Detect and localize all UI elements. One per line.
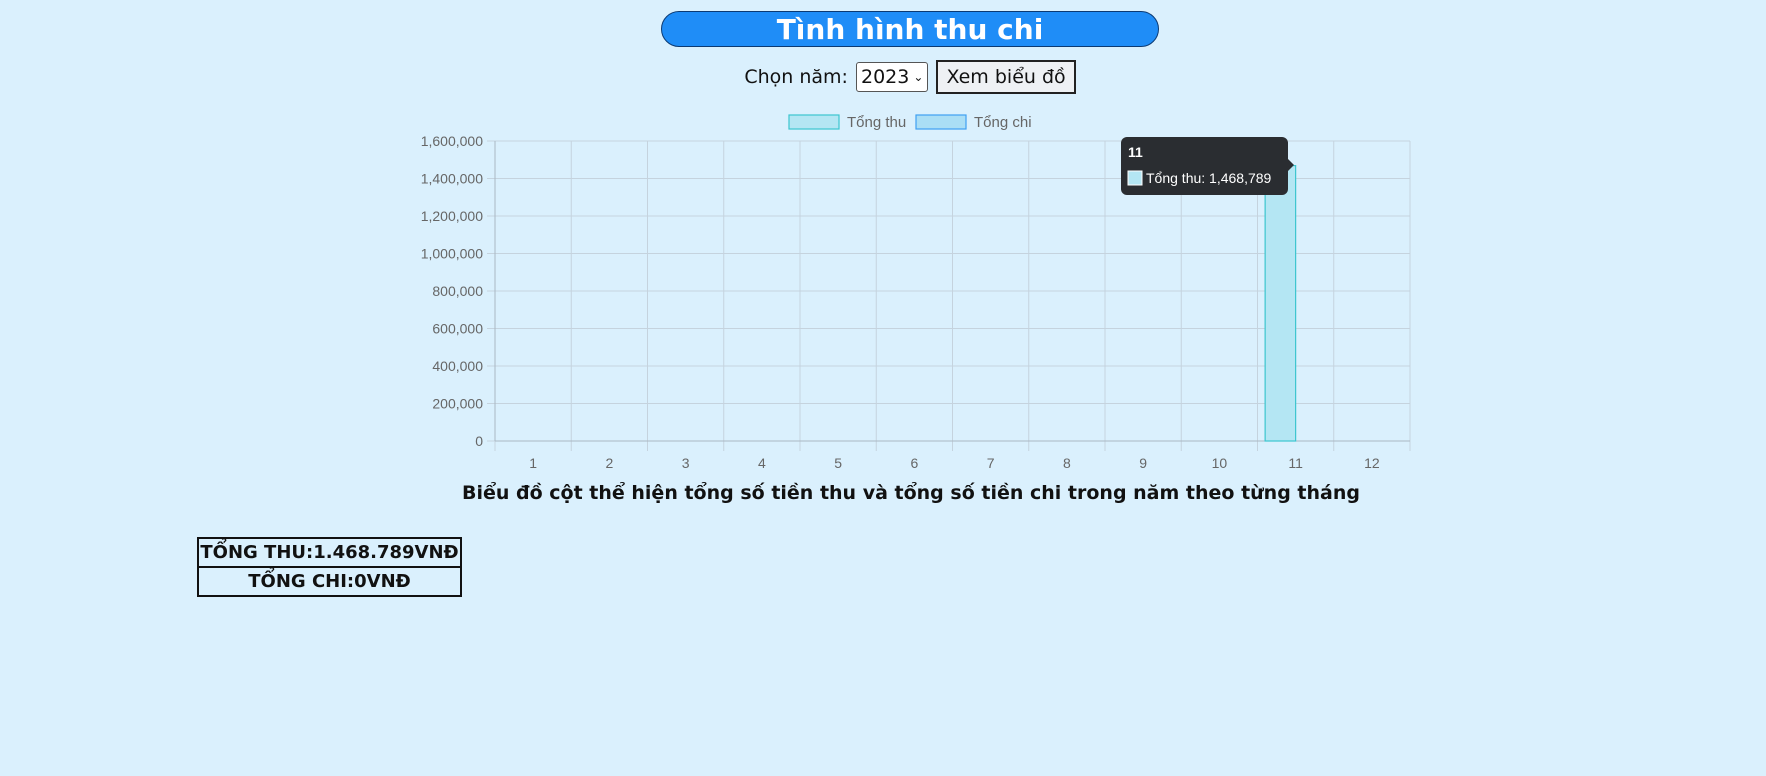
x-tick-label: 10 (1212, 455, 1228, 471)
total-expense: TỔNG CHI:0VNĐ (199, 566, 460, 595)
y-tick-label: 600,000 (432, 321, 483, 337)
y-tick-label: 1,000,000 (421, 246, 483, 262)
x-tick-label: 2 (605, 455, 613, 471)
legend-label: Tổng chi (974, 114, 1032, 131)
y-tick-label: 200,000 (432, 396, 483, 412)
tooltip-swatch (1127, 170, 1143, 186)
bar-chart: 0 200,000 400,000 600,000 800,000 1,000,000 1,… (421, 114, 1411, 504)
x-tick-label: 3 (682, 455, 690, 471)
y-tick-label: 1,600,000 (421, 133, 483, 149)
x-tick-label: 9 (1139, 455, 1147, 471)
tooltip-box (1121, 137, 1288, 195)
chart-caption: Biểu đồ cột thể hiện tổng số tiền thu và… (462, 481, 1360, 504)
x-tick-label: 1 (529, 455, 537, 471)
x-tick-label: 8 (1063, 455, 1071, 471)
x-tick-label: 6 (910, 455, 918, 471)
y-tick-label: 1,200,000 (421, 208, 483, 224)
tooltip-text: Tổng thu: 1,468,789 (1146, 170, 1272, 186)
x-tick-label: 12 (1364, 455, 1380, 471)
x-tick-label: 4 (758, 455, 766, 471)
x-tick-label: 5 (834, 455, 842, 471)
y-tick-label: 0 (475, 433, 483, 449)
totals-table: TỔNG THU:1.468.789VNĐ TỔNG CHI:0VNĐ (197, 537, 462, 597)
bar-tổng-thu (1264, 165, 1297, 442)
y-tick-label: 800,000 (432, 283, 483, 299)
tooltip-title: 11 (1128, 144, 1143, 160)
x-tick-label: 7 (987, 455, 995, 471)
legend-swatch (788, 114, 840, 130)
y-tick-label: 400,000 (432, 358, 483, 374)
y-tick-label: 1,400,000 (421, 171, 483, 187)
legend-swatch (915, 114, 967, 130)
total-income: TỔNG THU:1.468.789VNĐ (200, 542, 459, 563)
legend-label: Tổng thu (847, 114, 906, 131)
x-tick-label: 11 (1288, 455, 1303, 471)
